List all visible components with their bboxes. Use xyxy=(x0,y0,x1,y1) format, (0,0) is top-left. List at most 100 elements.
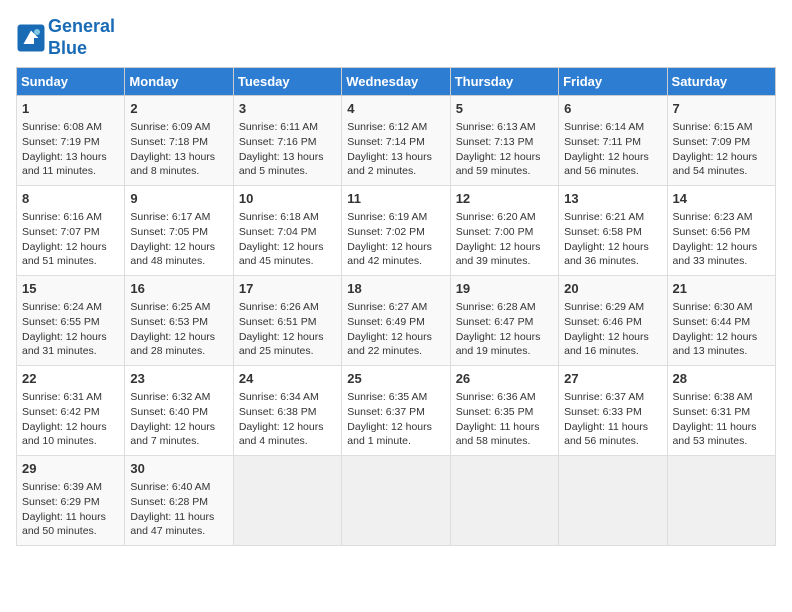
day-info: Sunset: 6:46 PM xyxy=(564,315,661,330)
day-number: 27 xyxy=(564,370,661,388)
day-info: Sunrise: 6:21 AM xyxy=(564,210,661,225)
day-info: Sunrise: 6:36 AM xyxy=(456,390,553,405)
day-info: Daylight: 11 hours and 58 minutes. xyxy=(456,420,553,449)
day-info: Sunset: 6:47 PM xyxy=(456,315,553,330)
calendar-cell: 4Sunrise: 6:12 AMSunset: 7:14 PMDaylight… xyxy=(342,96,450,186)
day-info: Sunrise: 6:14 AM xyxy=(564,120,661,135)
calendar-cell: 7Sunrise: 6:15 AMSunset: 7:09 PMDaylight… xyxy=(667,96,775,186)
day-number: 2 xyxy=(130,100,227,118)
calendar-cell: 24Sunrise: 6:34 AMSunset: 6:38 PMDayligh… xyxy=(233,366,341,456)
day-info: Daylight: 12 hours and 22 minutes. xyxy=(347,330,444,359)
day-number: 16 xyxy=(130,280,227,298)
day-number: 30 xyxy=(130,460,227,478)
calendar-cell: 16Sunrise: 6:25 AMSunset: 6:53 PMDayligh… xyxy=(125,276,233,366)
day-number: 8 xyxy=(22,190,119,208)
day-info: Sunrise: 6:15 AM xyxy=(673,120,770,135)
day-info: Sunrise: 6:18 AM xyxy=(239,210,336,225)
day-info: Daylight: 12 hours and 25 minutes. xyxy=(239,330,336,359)
day-info: Daylight: 12 hours and 7 minutes. xyxy=(130,420,227,449)
day-info: Daylight: 12 hours and 1 minute. xyxy=(347,420,444,449)
calendar-cell xyxy=(667,456,775,546)
day-info: Sunset: 6:44 PM xyxy=(673,315,770,330)
calendar-cell: 14Sunrise: 6:23 AMSunset: 6:56 PMDayligh… xyxy=(667,186,775,276)
day-info: Sunset: 6:42 PM xyxy=(22,405,119,420)
calendar-cell: 3Sunrise: 6:11 AMSunset: 7:16 PMDaylight… xyxy=(233,96,341,186)
day-info: Sunset: 6:58 PM xyxy=(564,225,661,240)
calendar-cell: 2Sunrise: 6:09 AMSunset: 7:18 PMDaylight… xyxy=(125,96,233,186)
day-info: Sunrise: 6:31 AM xyxy=(22,390,119,405)
day-info: Daylight: 12 hours and 16 minutes. xyxy=(564,330,661,359)
calendar-cell: 8Sunrise: 6:16 AMSunset: 7:07 PMDaylight… xyxy=(17,186,125,276)
day-info: Sunrise: 6:28 AM xyxy=(456,300,553,315)
day-info: Daylight: 12 hours and 13 minutes. xyxy=(673,330,770,359)
day-number: 5 xyxy=(456,100,553,118)
logo-icon xyxy=(16,23,46,53)
calendar-cell: 20 Sunrise: 6:29 AMSunset: 6:46 PMDayligh… xyxy=(559,276,667,366)
header-row: SundayMondayTuesdayWednesdayThursdayFrid… xyxy=(17,68,776,96)
day-info: Sunset: 6:31 PM xyxy=(673,405,770,420)
day-number: 4 xyxy=(347,100,444,118)
day-number: 24 xyxy=(239,370,336,388)
calendar-cell: 1 Sunrise: 6:08 AMSunset: 7:19 PMDaylight… xyxy=(17,96,125,186)
calendar-cell: 6Sunrise: 6:14 AMSunset: 7:11 PMDaylight… xyxy=(559,96,667,186)
day-info: Sunrise: 6:17 AM xyxy=(130,210,227,225)
day-info: Sunset: 6:35 PM xyxy=(456,405,553,420)
day-info: Daylight: 11 hours and 56 minutes. xyxy=(564,420,661,449)
page-header: General Blue xyxy=(16,16,776,59)
day-info: Sunset: 6:49 PM xyxy=(347,315,444,330)
day-number: 23 xyxy=(130,370,227,388)
day-info: Daylight: 13 hours and 5 minutes. xyxy=(239,150,336,179)
day-info: Daylight: 13 hours and 11 minutes. xyxy=(22,150,119,179)
day-number: 26 xyxy=(456,370,553,388)
calendar-cell: 12Sunrise: 6:20 AMSunset: 7:00 PMDayligh… xyxy=(450,186,558,276)
calendar-cell: 27Sunrise: 6:37 AMSunset: 6:33 PMDayligh… xyxy=(559,366,667,456)
day-info: Sunset: 6:38 PM xyxy=(239,405,336,420)
day-info: Sunrise: 6:23 AM xyxy=(673,210,770,225)
day-number: 1 xyxy=(22,100,119,118)
day-number: 18 xyxy=(347,280,444,298)
calendar-cell: 15Sunrise: 6:24 AMSunset: 6:55 PMDayligh… xyxy=(17,276,125,366)
day-info: Daylight: 12 hours and 45 minutes. xyxy=(239,240,336,269)
day-info: Sunset: 7:13 PM xyxy=(456,135,553,150)
calendar-cell: 11 Sunrise: 6:19 AMSunset: 7:02 PMDayligh… xyxy=(342,186,450,276)
day-info: Sunset: 6:28 PM xyxy=(130,495,227,510)
day-info: Sunrise: 6:19 AM xyxy=(347,210,444,225)
day-info: Sunset: 7:18 PM xyxy=(130,135,227,150)
day-info: Sunrise: 6:11 AM xyxy=(239,120,336,135)
day-info: Sunset: 7:05 PM xyxy=(130,225,227,240)
day-info: Sunrise: 6:08 AM xyxy=(22,120,119,135)
calendar-cell: 17Sunrise: 6:26 AMSunset: 6:51 PMDayligh… xyxy=(233,276,341,366)
logo: General Blue xyxy=(16,16,115,59)
day-info: Sunrise: 6:29 AM xyxy=(564,300,661,315)
day-info: Sunset: 7:14 PM xyxy=(347,135,444,150)
calendar-cell: 13Sunrise: 6:21 AMSunset: 6:58 PMDayligh… xyxy=(559,186,667,276)
day-info: Daylight: 12 hours and 19 minutes. xyxy=(456,330,553,359)
day-number: 19 xyxy=(456,280,553,298)
day-info: Sunrise: 6:27 AM xyxy=(347,300,444,315)
day-info: Sunrise: 6:20 AM xyxy=(456,210,553,225)
day-info: Daylight: 12 hours and 48 minutes. xyxy=(130,240,227,269)
week-row-3: 15Sunrise: 6:24 AMSunset: 6:55 PMDayligh… xyxy=(17,276,776,366)
day-number: 21 xyxy=(673,280,770,298)
day-info: Sunset: 7:07 PM xyxy=(22,225,119,240)
day-number: 25 xyxy=(347,370,444,388)
day-info: Daylight: 12 hours and 33 minutes. xyxy=(673,240,770,269)
calendar-cell xyxy=(233,456,341,546)
day-number: 20 xyxy=(564,280,661,298)
day-number: 9 xyxy=(130,190,227,208)
day-info: Daylight: 12 hours and 42 minutes. xyxy=(347,240,444,269)
calendar-cell: 25Sunrise: 6:35 AMSunset: 6:37 PMDayligh… xyxy=(342,366,450,456)
day-info: Sunset: 6:40 PM xyxy=(130,405,227,420)
calendar-cell: 10Sunrise: 6:18 AMSunset: 7:04 PMDayligh… xyxy=(233,186,341,276)
day-number: 11 xyxy=(347,190,444,208)
day-info: Sunset: 6:56 PM xyxy=(673,225,770,240)
day-info: Sunset: 7:04 PM xyxy=(239,225,336,240)
day-info: Sunset: 7:02 PM xyxy=(347,225,444,240)
day-info: Sunrise: 6:30 AM xyxy=(673,300,770,315)
week-row-4: 22Sunrise: 6:31 AMSunset: 6:42 PMDayligh… xyxy=(17,366,776,456)
calendar-cell xyxy=(450,456,558,546)
day-info: Sunset: 7:16 PM xyxy=(239,135,336,150)
day-number: 7 xyxy=(673,100,770,118)
day-info: Sunset: 7:19 PM xyxy=(22,135,119,150)
day-info: Daylight: 12 hours and 28 minutes. xyxy=(130,330,227,359)
